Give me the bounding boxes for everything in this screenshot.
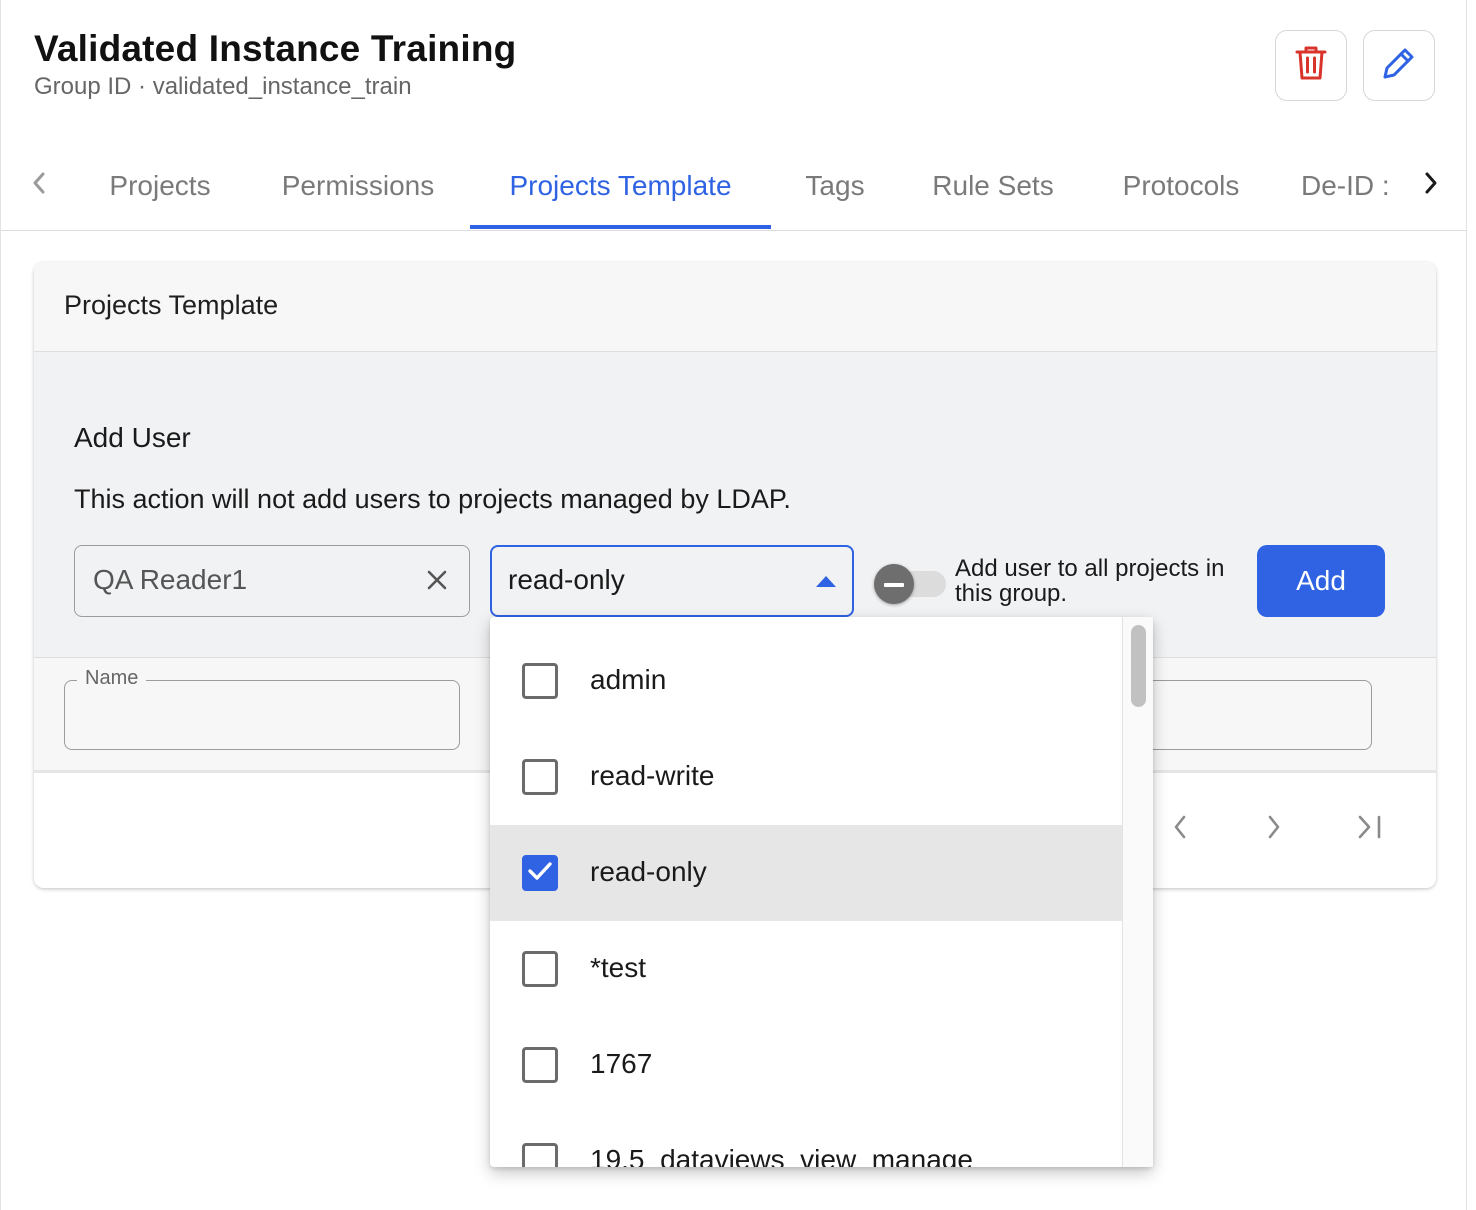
- option-checkbox[interactable]: [522, 759, 558, 795]
- caret-up-icon: [814, 571, 838, 591]
- tab-scroll-right[interactable]: [1411, 140, 1451, 231]
- card-title: Projects Template: [64, 290, 279, 320]
- tab-projects-template[interactable]: Projects Template: [470, 140, 771, 231]
- add-user-section: Add User This action will not add users …: [34, 352, 1436, 658]
- option-checkbox[interactable]: [522, 951, 558, 987]
- next-page-button[interactable]: [1256, 811, 1292, 847]
- tab-scroll-left[interactable]: [19, 140, 59, 231]
- tab-tags[interactable]: Tags: [791, 140, 879, 231]
- tab-bar: Projects Permissions Projects Template T…: [1, 140, 1467, 231]
- role-option-admin[interactable]: admin: [490, 633, 1124, 729]
- role-dropdown-menu: admin read-write read-only *test 1767 19…: [490, 617, 1153, 1167]
- option-label: 19.5_dataviews_view_manage: [590, 1144, 973, 1167]
- app-frame: Validated Instance Training Group ID · v…: [0, 0, 1467, 1210]
- close-icon[interactable]: [423, 566, 451, 594]
- option-checkbox-checked[interactable]: [522, 855, 558, 891]
- option-checkbox[interactable]: [522, 1047, 558, 1083]
- active-tab-indicator: [470, 225, 771, 229]
- role-select[interactable]: read-only: [490, 545, 854, 617]
- previous-page-button[interactable]: [1162, 811, 1198, 847]
- role-select-value: read-only: [508, 564, 625, 595]
- name-field-label: Name: [77, 667, 147, 690]
- toggle-knob: [874, 564, 914, 604]
- add-user-title: Add User: [74, 422, 191, 453]
- chevron-right-icon: [1422, 171, 1440, 200]
- chevron-right-icon: [1265, 814, 1283, 845]
- name-filter-input[interactable]: Name: [64, 667, 460, 750]
- chevron-left-icon: [1171, 814, 1189, 845]
- delete-button[interactable]: [1275, 30, 1347, 101]
- option-label: read-write: [590, 760, 715, 791]
- page-title: Validated Instance Training: [34, 28, 517, 69]
- user-select-field[interactable]: QA Reader1: [74, 545, 470, 617]
- option-label: read-only: [590, 856, 707, 887]
- card-header: Projects Template: [34, 262, 1436, 352]
- last-page-icon: [1355, 814, 1385, 845]
- option-label: admin: [590, 664, 667, 695]
- role-option-1767[interactable]: 1767: [490, 1017, 1124, 1113]
- role-options-list: admin read-write read-only *test 1767 19…: [490, 633, 1124, 1167]
- ldap-note: This action will not add users to projec…: [74, 484, 791, 514]
- trash-icon: [1294, 44, 1328, 87]
- role-option-read-write[interactable]: read-write: [490, 729, 1124, 825]
- tab-projects[interactable]: Projects: [86, 140, 234, 231]
- tab-rule-sets[interactable]: Rule Sets: [909, 140, 1077, 231]
- edit-button[interactable]: [1363, 30, 1435, 101]
- option-checkbox[interactable]: [522, 1143, 558, 1167]
- role-option-dataviews[interactable]: 19.5_dataviews_view_manage: [490, 1113, 1124, 1167]
- option-label: *test: [590, 952, 647, 983]
- scrollbar-thumb[interactable]: [1131, 625, 1146, 707]
- role-option-read-only[interactable]: read-only: [490, 825, 1124, 921]
- pencil-icon: [1381, 45, 1417, 86]
- last-page-button[interactable]: [1352, 811, 1388, 847]
- checkmark-icon: [527, 860, 553, 887]
- role-option-test[interactable]: *test: [490, 921, 1124, 1017]
- tab-de-id[interactable]: De-ID :: [1301, 140, 1401, 231]
- minus-icon: [884, 575, 904, 593]
- user-value: QA Reader1: [93, 564, 248, 595]
- chevron-left-icon: [30, 171, 48, 200]
- tab-protocols[interactable]: Protocols: [1099, 140, 1263, 231]
- dropdown-scrollbar[interactable]: [1122, 617, 1153, 1167]
- toggle-label: Add user to all projects in this group.: [955, 555, 1225, 607]
- option-checkbox[interactable]: [522, 663, 558, 699]
- option-label: 1767: [590, 1048, 653, 1079]
- all-projects-toggle[interactable]: [874, 564, 946, 604]
- tab-permissions[interactable]: Permissions: [257, 140, 459, 231]
- add-button[interactable]: Add: [1257, 545, 1385, 617]
- group-id-subtitle: Group ID · validated_instance_train: [34, 73, 412, 100]
